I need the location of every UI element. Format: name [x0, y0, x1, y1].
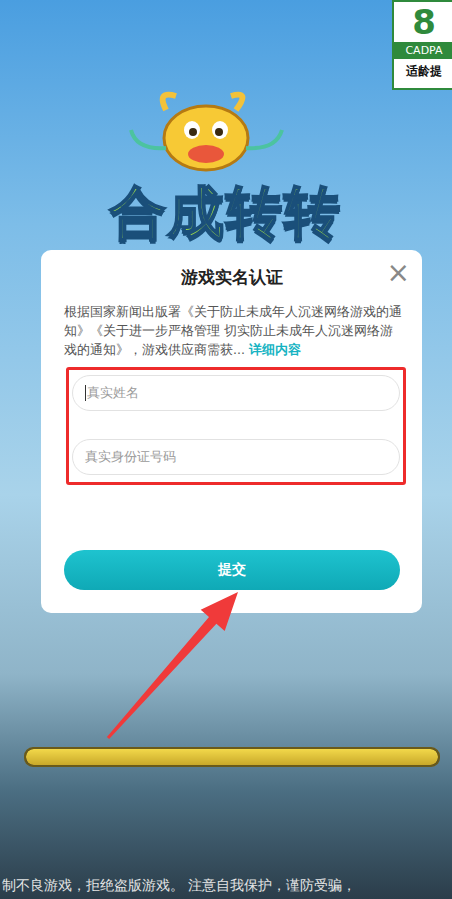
loading-bar — [24, 747, 440, 767]
text-caret — [85, 385, 86, 401]
dragon-icon — [126, 90, 286, 180]
game-title: 合成转转 — [110, 180, 342, 246]
game-screen: 8CADPA适龄提合成转转制不良游戏，拒绝盗版游戏。 注意自我保护，谨防受骗， 游… — [0, 0, 452, 899]
submit-button[interactable]: 提交 — [64, 550, 400, 590]
arrow-icon — [0, 0, 452, 899]
realname-dialog: 游戏实名认证× 根据国家新闻出版署《关于防止未成年人沉迷网络游戏的通知》《关于进一… — [41, 250, 422, 613]
city-ground — [0, 767, 452, 875]
text-field[interactable]: 真实姓名 — [72, 375, 400, 411]
loading-bar-fill — [26, 749, 438, 765]
field-placeholder: 真实身份证号码 — [85, 448, 176, 466]
dialog-notice: 根据国家新闻出版署《关于防止未成年人沉迷网络游戏的通知》《关于进一步严格管理 切… — [64, 302, 404, 359]
age-number: 8 — [412, 2, 436, 42]
rating-org: CADPA — [394, 42, 452, 59]
rating-label: 适龄提 — [406, 59, 442, 84]
field-placeholder: 真实姓名 — [87, 384, 139, 402]
close-button[interactable]: × — [387, 258, 410, 288]
age-rating-badge: 8CADPA适龄提 — [392, 0, 452, 90]
fields-highlight: 真实姓名真实身份证号码 — [66, 367, 406, 485]
footer-notice: 制不良游戏，拒绝盗版游戏。 注意自我保护，谨防受骗， — [0, 875, 452, 899]
details-link[interactable]: 详细内容 — [249, 342, 301, 357]
dialog-title: 游戏实名认证 — [41, 266, 422, 288]
text-field[interactable]: 真实身份证号码 — [72, 439, 400, 475]
